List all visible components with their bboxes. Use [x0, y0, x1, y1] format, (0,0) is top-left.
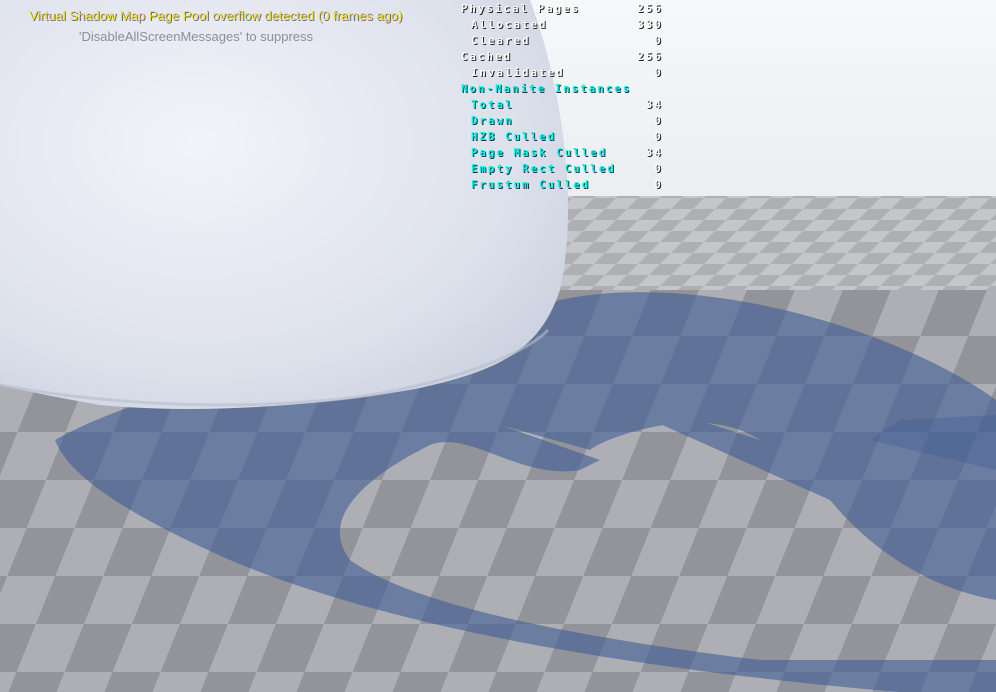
stat-row-hzb-culled: HZB Culled 0 — [461, 129, 663, 145]
stat-row-cached: Cached 256 — [461, 49, 663, 65]
stat-value: 0 — [654, 115, 663, 127]
stat-value: 0 — [654, 35, 663, 47]
stat-value: 34 — [645, 147, 663, 159]
stat-value: 256 — [637, 51, 663, 63]
vsm-stats-panel: Physical Pages 256 Allocated 330 Cleared… — [461, 1, 663, 193]
stat-label: Cleared — [471, 35, 531, 47]
stat-value: 0 — [654, 131, 663, 143]
stat-row-empty-rect-culled: Empty Rect Culled 0 — [461, 161, 663, 177]
overflow-warning-message: Virtual Shadow Map Page Pool overflow de… — [29, 8, 403, 23]
stat-label: Total — [471, 99, 514, 111]
stat-value: 34 — [645, 99, 663, 111]
stat-value: 330 — [637, 19, 663, 31]
stat-row-cleared: Cleared 0 — [461, 33, 663, 49]
stat-label: Drawn — [471, 115, 514, 127]
stat-row-allocated: Allocated 330 — [461, 17, 663, 33]
stat-value: 0 — [654, 179, 663, 191]
stat-section-non-nanite: Non-Nanite Instances — [461, 81, 663, 97]
stat-value: 0 — [654, 163, 663, 175]
stat-label: Frustum Culled — [471, 179, 591, 191]
stat-label: Physical Pages — [461, 3, 581, 15]
stat-row-invalidated: Invalidated 0 — [461, 65, 663, 81]
stat-value: 256 — [637, 3, 663, 15]
stat-row-drawn: Drawn 0 — [461, 113, 663, 129]
stat-label: HZB Culled — [471, 131, 557, 143]
stat-label: Page Mask Culled — [471, 147, 608, 159]
stat-row-frustum-culled: Frustum Culled 0 — [461, 177, 663, 193]
stat-label: Empty Rect Culled — [471, 163, 616, 175]
stat-value: 0 — [654, 67, 663, 79]
stat-label: Invalidated — [471, 67, 565, 79]
suppress-hint: 'DisableAllScreenMessages' to suppress — [79, 29, 314, 44]
stat-section-label: Non-Nanite Instances — [461, 83, 632, 95]
stat-label: Allocated — [471, 19, 548, 31]
stat-row-physical-pages: Physical Pages 256 — [461, 1, 663, 17]
stat-row-page-mask-culled: Page Mask Culled 34 — [461, 145, 663, 161]
game-viewport[interactable]: Virtual Shadow Map Page Pool overflow de… — [0, 0, 996, 692]
stat-label: Cached — [461, 51, 513, 63]
stat-row-total: Total 34 — [461, 97, 663, 113]
